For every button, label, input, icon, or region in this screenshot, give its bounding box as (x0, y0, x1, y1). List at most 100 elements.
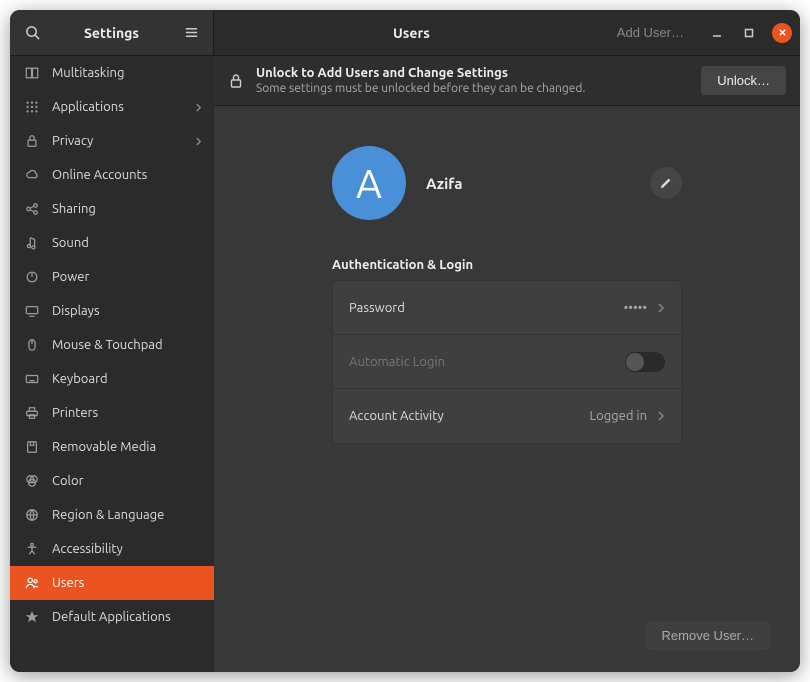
close-icon (778, 28, 787, 37)
infobar-subtitle: Some settings must be unlocked before th… (256, 82, 689, 95)
sidebar-item-removable-media[interactable]: Removable Media (10, 430, 214, 464)
sidebar-item-applications[interactable]: Applications (10, 90, 214, 124)
minimize-icon (712, 28, 722, 38)
avatar[interactable]: A (332, 146, 406, 220)
sharing-icon (22, 202, 42, 216)
user-name: Azifa (426, 175, 463, 192)
sidebar-item-label: Default Applications (52, 610, 171, 624)
sidebar-item-users[interactable]: Users (10, 566, 214, 600)
remove-user-button[interactable]: Remove User… (646, 621, 770, 650)
user-header: A Azifa (332, 146, 682, 220)
sidebar-item-label: Accessibility (52, 542, 123, 556)
region-icon (22, 508, 42, 522)
sound-icon (22, 236, 42, 250)
auth-listbox: Password ••••• Automatic Login Account A… (332, 280, 682, 444)
sidebar-title: Settings (54, 25, 169, 41)
sidebar-item-printers[interactable]: Printers (10, 396, 214, 430)
sidebar-item-power[interactable]: Power (10, 260, 214, 294)
sidebar-item-displays[interactable]: Displays (10, 294, 214, 328)
sidebar-item-default-apps[interactable]: Default Applications (10, 600, 214, 634)
applications-icon (22, 100, 42, 114)
sidebar-item-mouse[interactable]: Mouse & Touchpad (10, 328, 214, 362)
sidebar-item-label: Multitasking (52, 66, 124, 80)
sidebar-item-label: Removable Media (52, 440, 156, 454)
footer: Remove User… (646, 621, 770, 650)
headerbar-content: Users Add User… (214, 10, 800, 55)
activity-label: Account Activity (349, 409, 589, 423)
sidebar-item-label: Sound (52, 236, 89, 250)
removable-media-icon (22, 440, 42, 454)
unlock-button[interactable]: Unlock… (701, 66, 786, 95)
page-title: Users (348, 25, 474, 41)
auth-section-title: Authentication & Login (332, 258, 682, 272)
hamburger-icon (184, 25, 199, 40)
password-row[interactable]: Password ••••• (333, 281, 681, 335)
accessibility-icon (22, 542, 42, 556)
auto-login-row: Automatic Login (333, 335, 681, 389)
sidebar-item-label: Keyboard (52, 372, 108, 386)
search-button[interactable] (15, 16, 49, 50)
sidebar-item-sound[interactable]: Sound (10, 226, 214, 260)
maximize-button[interactable] (740, 24, 758, 42)
chevron-right-icon (657, 410, 665, 422)
chevron-right-icon (195, 102, 202, 113)
privacy-icon (22, 134, 42, 148)
sidebar-item-label: Users (52, 576, 84, 590)
window-controls (708, 23, 792, 43)
color-icon (22, 474, 42, 488)
sidebar-item-label: Online Accounts (52, 168, 147, 182)
lock-icon (228, 73, 244, 89)
power-icon (22, 270, 42, 284)
maximize-icon (744, 28, 754, 38)
chevron-right-icon (195, 136, 202, 147)
sidebar-item-label: Color (52, 474, 84, 488)
edit-user-button[interactable] (650, 167, 682, 199)
sidebar-item-sharing[interactable]: Sharing (10, 192, 214, 226)
auto-login-switch[interactable] (625, 352, 665, 372)
sidebar-item-region[interactable]: Region & Language (10, 498, 214, 532)
body: Multitasking Applications Privacy Online Ac… (10, 56, 800, 672)
infobar-text: Unlock to Add Users and Change Settings … (256, 66, 689, 95)
sidebar-item-label: Sharing (52, 202, 96, 216)
sidebar-item-label: Printers (52, 406, 98, 420)
settings-window: Settings Users Add User… (10, 10, 800, 672)
headerbar: Settings Users Add User… (10, 10, 800, 56)
multitasking-icon (22, 66, 42, 80)
sidebar-item-label: Region & Language (52, 508, 164, 522)
chevron-right-icon (657, 302, 665, 314)
sidebar-item-accessibility[interactable]: Accessibility (10, 532, 214, 566)
menu-button[interactable] (174, 16, 208, 50)
auto-login-label: Automatic Login (349, 355, 625, 369)
online-accounts-icon (22, 168, 42, 182)
sidebar-item-color[interactable]: Color (10, 464, 214, 498)
add-user-button[interactable]: Add User… (601, 18, 700, 47)
sidebar-item-multitasking[interactable]: Multitasking (10, 56, 214, 90)
headerbar-sidebar: Settings (10, 10, 214, 55)
keyboard-icon (22, 372, 42, 386)
main: A Azifa Authentication & Login Password … (214, 106, 800, 672)
sidebar-item-online-accounts[interactable]: Online Accounts (10, 158, 214, 192)
content-area: Unlock to Add Users and Change Settings … (214, 56, 800, 672)
unlock-infobar: Unlock to Add Users and Change Settings … (214, 56, 800, 106)
printers-icon (22, 406, 42, 420)
displays-icon (22, 304, 42, 318)
pencil-icon (659, 176, 673, 190)
sidebar-item-keyboard[interactable]: Keyboard (10, 362, 214, 396)
sidebar-item-label: Power (52, 270, 89, 284)
password-label: Password (349, 301, 624, 315)
sidebar-item-label: Applications (52, 100, 124, 114)
close-button[interactable] (772, 23, 792, 43)
sidebar-item-privacy[interactable]: Privacy (10, 124, 214, 158)
minimize-button[interactable] (708, 24, 726, 42)
search-icon (25, 25, 40, 40)
infobar-title: Unlock to Add Users and Change Settings (256, 66, 689, 80)
users-icon (22, 576, 42, 590)
sidebar-item-label: Mouse & Touchpad (52, 338, 163, 352)
sidebar[interactable]: Multitasking Applications Privacy Online Ac… (10, 56, 214, 672)
default-apps-icon (22, 610, 42, 624)
sidebar-item-label: Privacy (52, 134, 93, 148)
mouse-icon (22, 338, 42, 352)
activity-value: Logged in (589, 409, 647, 423)
activity-row[interactable]: Account Activity Logged in (333, 389, 681, 443)
sidebar-item-label: Displays (52, 304, 100, 318)
